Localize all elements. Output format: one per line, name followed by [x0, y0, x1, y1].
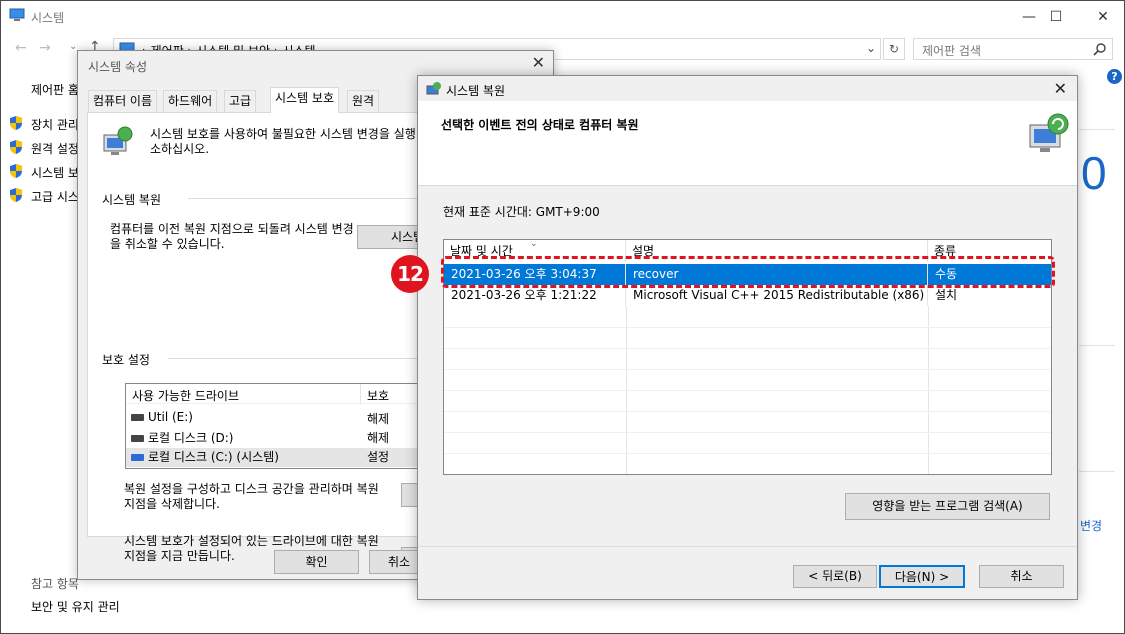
drive-name: 로컬 디스크 (D:): [148, 431, 234, 445]
drive-icon: [131, 414, 144, 421]
drive-protection: 해제: [367, 412, 390, 426]
close-button[interactable]: ✕: [1080, 1, 1125, 33]
drive-icon: [131, 435, 144, 442]
grid-line: [444, 327, 1051, 328]
col-header-protection[interactable]: 보호: [367, 387, 389, 404]
restore-description: 컴퓨터를 이전 복원 지점으로 되돌려 시스템 변경을 취소할 수 있습니다.: [110, 222, 354, 251]
drive-list[interactable]: 사용 가능한 드라이브 보호 Util (E:) 해제 로컬 디스크 (D:) …: [125, 383, 435, 469]
control-panel-home-link[interactable]: 제어판 홈: [31, 81, 79, 98]
back-button[interactable]: < 뒤로(B): [793, 565, 877, 588]
grid-line: [444, 348, 1051, 349]
cell-type: 설치: [935, 288, 958, 302]
tab-hardware[interactable]: 하드웨어: [163, 90, 218, 112]
table-row[interactable]: 2021-03-26 오후 1:21:22 Microsoft Visual C…: [444, 285, 1051, 306]
drive-protection: 설정: [367, 450, 390, 464]
drive-list-header: 사용 가능한 드라이브 보호: [126, 384, 434, 404]
cancel-button[interactable]: 취소: [979, 565, 1064, 588]
list-item[interactable]: 로컬 디스크 (D:) 해제: [126, 429, 434, 448]
grid-line: [444, 390, 1051, 391]
ok-button[interactable]: 확인: [274, 550, 359, 574]
shield-icon: [10, 140, 22, 154]
tab-advanced[interactable]: 고급: [224, 90, 257, 112]
shield-icon: [10, 164, 22, 178]
next-button[interactable]: 다음(N) >: [879, 565, 965, 588]
sidebar-item-device-manager[interactable]: 장치 관리자: [9, 115, 90, 134]
system-restore-icon: [1029, 113, 1069, 152]
window-title: 시스템: [31, 11, 65, 25]
search-box[interactable]: 제어판 검색: [913, 38, 1113, 60]
timezone-label: 현재 표준 시간대: GMT+9:00: [443, 205, 600, 219]
close-icon[interactable]: ✕: [1054, 79, 1067, 98]
search-placeholder: 제어판 검색: [922, 44, 982, 58]
col-header-drive[interactable]: 사용 가능한 드라이브: [132, 387, 239, 404]
divider: [1079, 129, 1115, 130]
refresh-icon[interactable]: ↻: [883, 38, 905, 60]
maximize-button[interactable]: ☐: [1033, 1, 1079, 33]
col-divider: [360, 384, 361, 404]
windows-logo-text: 0: [1081, 147, 1107, 199]
sort-arrow-icon: ⌄: [530, 239, 538, 249]
restore-group-heading: 시스템 복원: [102, 191, 168, 208]
see-also-heading: 참고 항목: [31, 577, 79, 591]
page-heading: 선택한 이벤트 전의 상태로 컴퓨터 복원: [441, 118, 639, 132]
list-item[interactable]: Util (E:) 해제: [126, 410, 434, 429]
dialog-title: 시스템 복원: [446, 84, 506, 98]
list-item[interactable]: 로컬 디스크 (C:) (시스템) 설정: [126, 448, 434, 467]
divider: [418, 546, 1077, 547]
address-dropdown-icon[interactable]: ⌄: [866, 41, 876, 55]
close-icon[interactable]: ✕: [532, 53, 545, 72]
grid-line: [444, 432, 1051, 433]
system-icon: [9, 8, 25, 21]
cell-description: Microsoft Visual C++ 2015 Redistributabl…: [626, 285, 928, 306]
configure-description: 복원 설정을 구성하고 디스크 공간을 관리하며 복원 지점을 삭제합니다.: [124, 482, 379, 511]
scan-affected-programs-button[interactable]: 영향을 받는 프로그램 검색(A): [845, 493, 1050, 520]
help-icon[interactable]: ?: [1107, 69, 1122, 84]
sidebar-item-system-protection[interactable]: 시스템 보호: [9, 163, 90, 182]
protect-group-heading: 보호 설정: [102, 351, 156, 368]
drive-name: Util (E:): [148, 410, 193, 424]
forward-arrow-icon[interactable]: →: [39, 40, 51, 56]
tab-remote[interactable]: 원격: [347, 90, 380, 112]
dialog-title: 시스템 속성: [88, 60, 148, 74]
grid-line: [444, 411, 1051, 412]
shield-icon: [10, 116, 22, 130]
system-drive-icon: [131, 454, 144, 461]
intro-text: 시스템 보호를 사용하여 불필요한 시스템 변경을 실행 취소하십시오.: [150, 127, 431, 156]
tab-system-protection[interactable]: 시스템 보호: [270, 87, 340, 113]
change-settings-link[interactable]: 변경: [1080, 517, 1102, 534]
divider: [1079, 471, 1115, 472]
shield-icon: [10, 188, 22, 202]
selection-highlight-box: [441, 256, 1055, 288]
drive-name: 로컬 디스크 (C:) (시스템): [148, 450, 279, 464]
back-arrow-icon[interactable]: ←: [15, 40, 27, 56]
grid-line: [444, 369, 1051, 370]
system-restore-icon: [103, 126, 133, 155]
sidebar-item-label: 원격 설정: [31, 142, 79, 156]
cell-datetime: 2021-03-26 오후 1:21:22: [444, 285, 626, 306]
sidebar-item-advanced-settings[interactable]: 고급 시스템 설정: [9, 187, 116, 206]
grid-line: [444, 453, 1051, 454]
step-number-badge: 12: [391, 255, 429, 293]
divider: [1079, 345, 1115, 346]
sidebar-item-remote-settings[interactable]: 원격 설정: [9, 139, 79, 158]
search-icon: [1093, 43, 1106, 56]
drive-protection: 해제: [367, 431, 390, 445]
security-maintenance-link[interactable]: 보안 및 유지 관리: [31, 598, 120, 615]
tab-computer-name[interactable]: 컴퓨터 이름: [88, 90, 158, 112]
system-restore-dialog: 시스템 복원 ✕ 선택한 이벤트 전의 상태로 컴퓨터 복원 현재 표준 시간대…: [417, 75, 1078, 600]
system-restore-icon: [426, 82, 441, 95]
dialog-header: 선택한 이벤트 전의 상태로 컴퓨터 복원: [418, 101, 1077, 186]
